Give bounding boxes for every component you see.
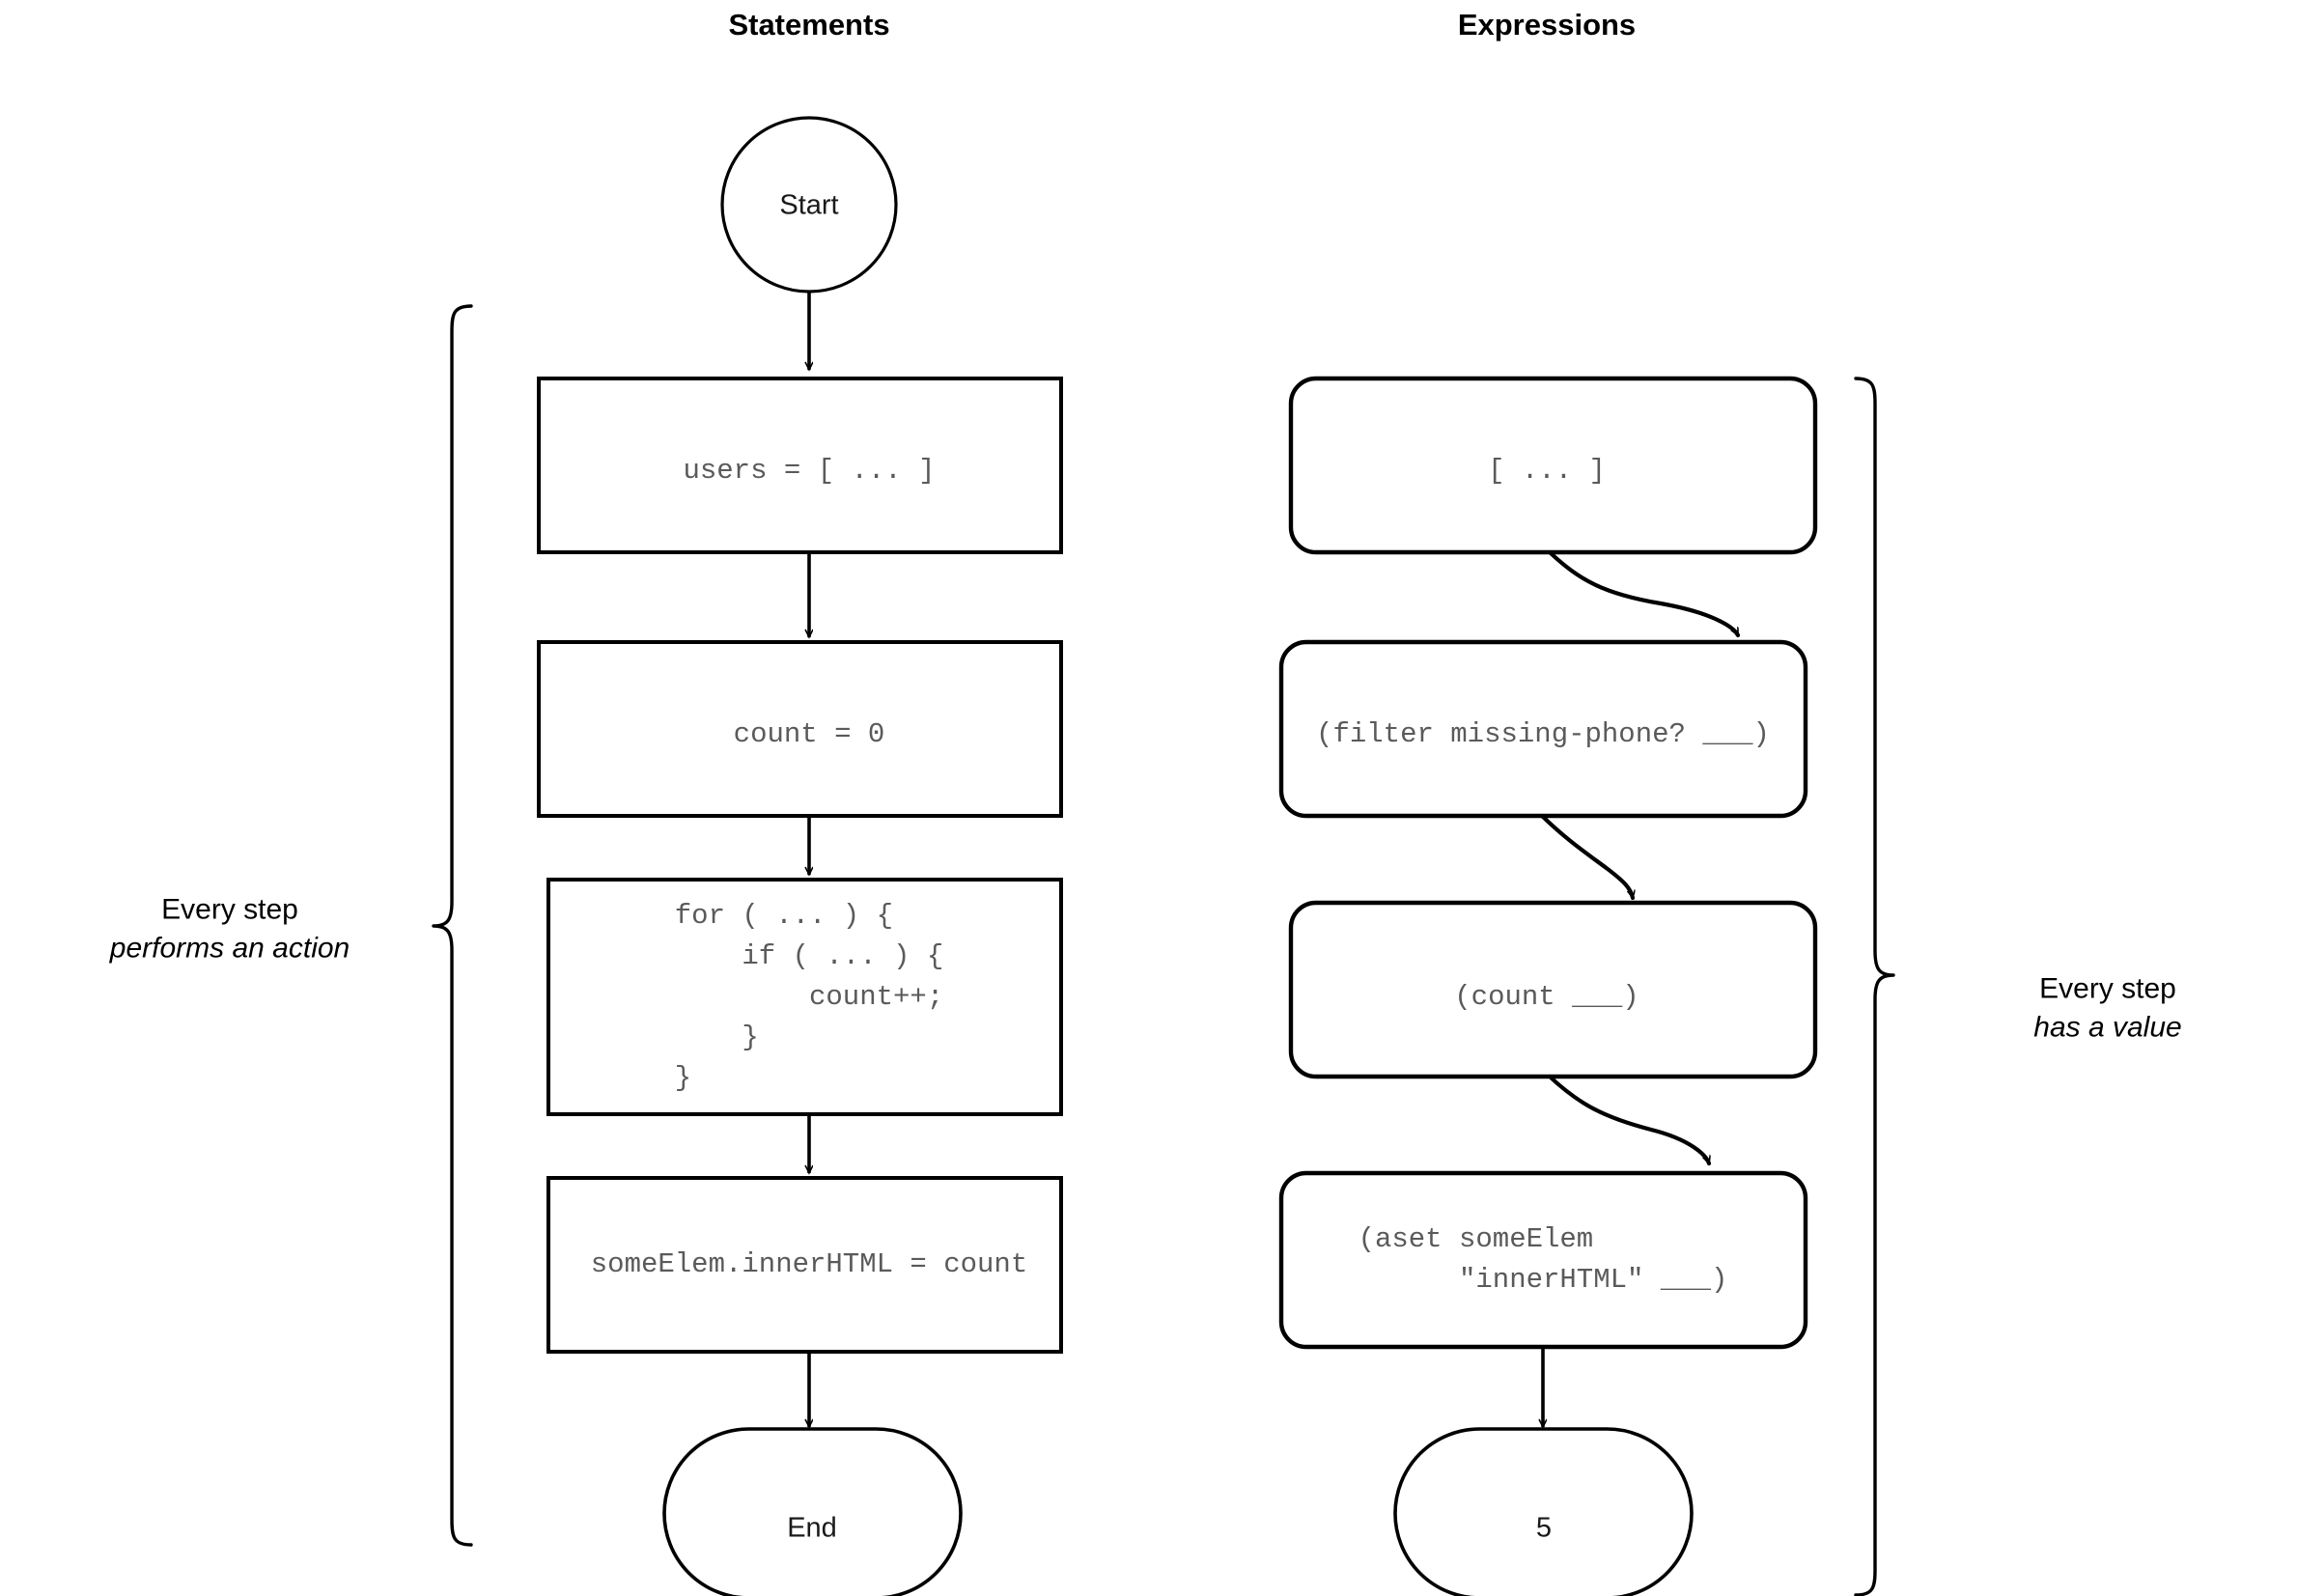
connector-filter-to-count: [1539, 813, 1633, 901]
column-title-expressions: Expressions: [1457, 8, 1637, 42]
annotation-statements: Every step performs an action: [110, 890, 350, 966]
node-assign-count-code: count = 0: [733, 717, 885, 750]
node-start-label: Start: [779, 189, 839, 221]
node-end-label: End: [787, 1512, 837, 1544]
node-assign-users-code: users = [ ... ]: [683, 454, 936, 487]
node-set-innerhtml-code: someElem.innerHTML = count: [590, 1247, 1028, 1280]
annotation-expressions-line1: Every step: [2039, 972, 2176, 1005]
node-for-loop-code: for ( ... ) { if ( ... ) { count++; } }: [674, 899, 944, 1095]
right-curly-brace: [1854, 377, 1895, 1596]
annotation-expressions: Every step has a value: [2033, 969, 2181, 1046]
node-filter-expr-code: (filter missing-phone? ___): [1316, 717, 1770, 750]
column-title-statements: Statements: [728, 8, 890, 42]
connector-count-to-aset: [1547, 1074, 1712, 1166]
annotation-statements-line1: Every step: [161, 893, 298, 926]
node-array-literal-code: [ ... ]: [1488, 454, 1606, 487]
annotation-statements-line2: performs an action: [109, 932, 350, 964]
node-aset-expr-code: (aset someElem "innerHTML" ___): [1358, 1222, 1728, 1296]
node-count-expr-code: (count ___): [1454, 980, 1639, 1013]
left-curly-brace: [432, 304, 473, 1547]
flowchart-diagram: Statements Expressions Start users = [ .…: [0, 0, 2297, 1596]
connector-array-to-filter: [1547, 549, 1741, 638]
node-result-value-label: 5: [1535, 1512, 1553, 1544]
annotation-expressions-line2: has a value: [2033, 1011, 2182, 1043]
diagram-shapes-layer: [432, 116, 1895, 1596]
